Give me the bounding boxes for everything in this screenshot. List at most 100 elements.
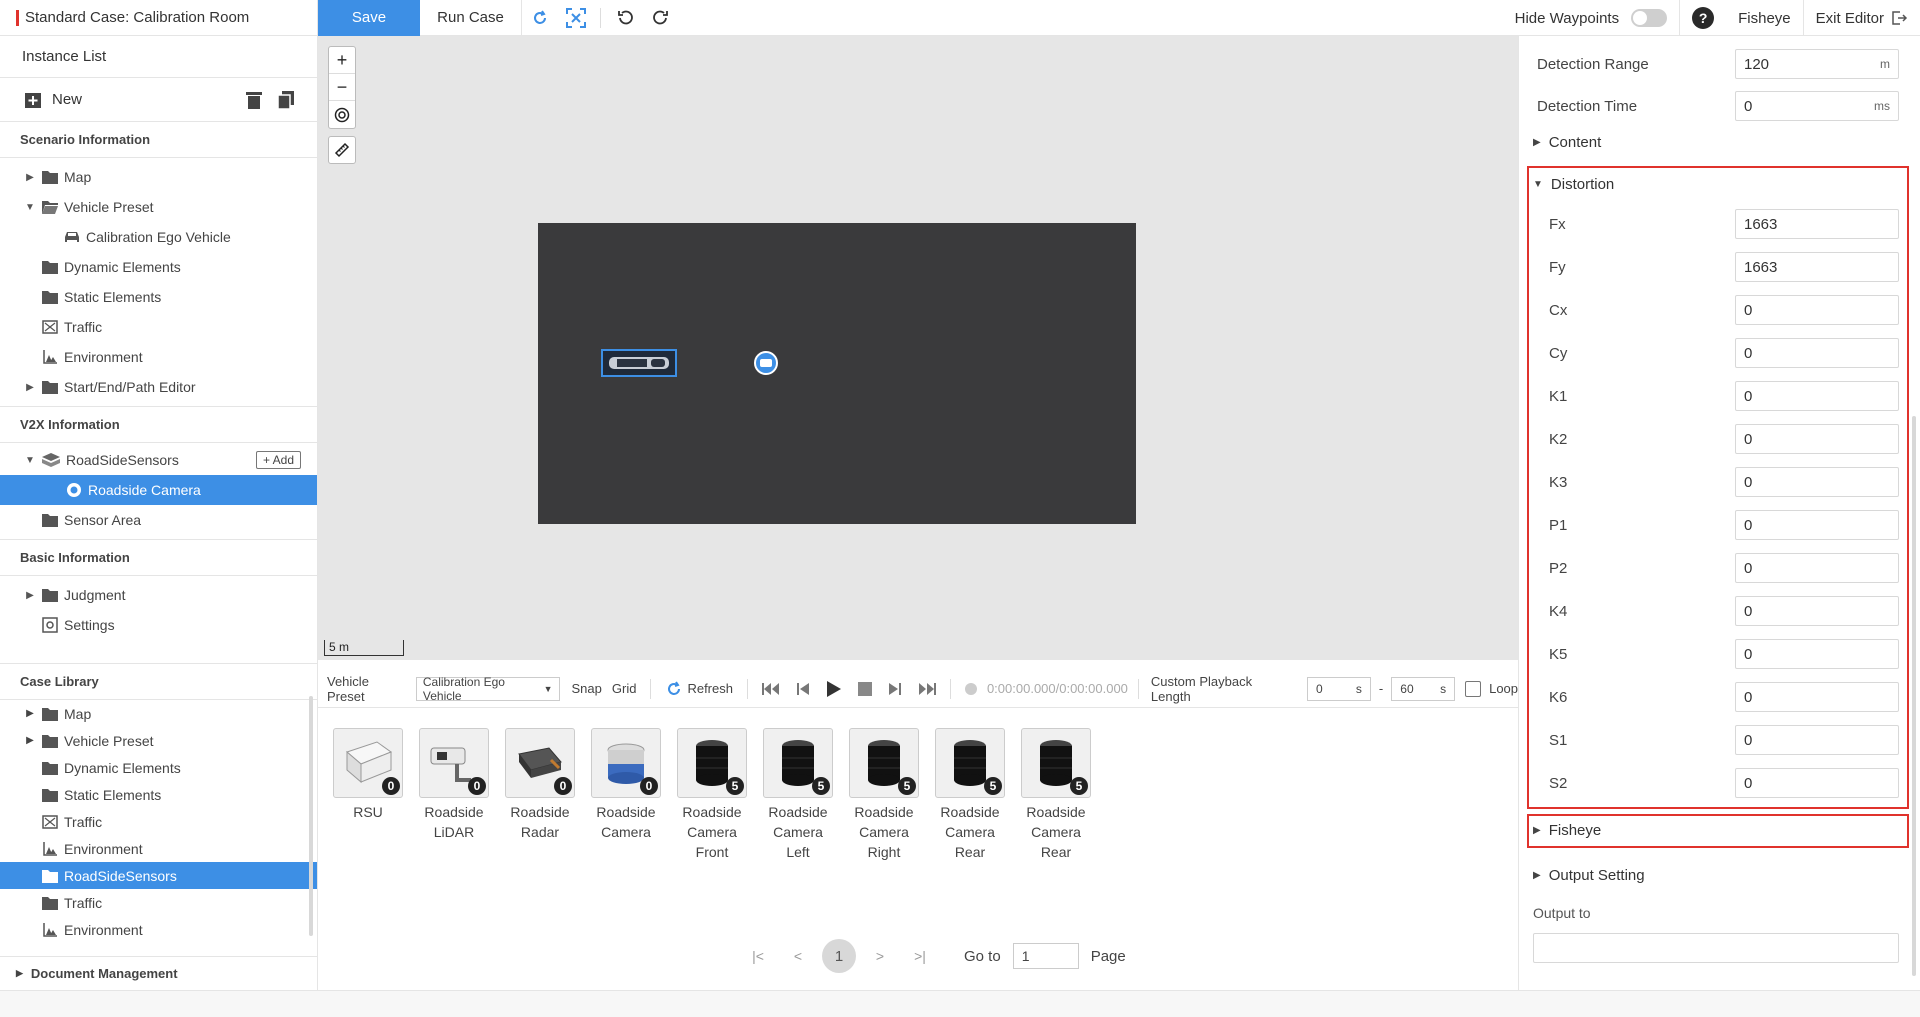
param-input[interactable]: 0 (1735, 295, 1899, 325)
tree-item-judgment[interactable]: ▶ Judgment (0, 580, 317, 610)
sensor-card-roadside-camera-rear-2[interactable]: 5 Roadside Camera Rear (1021, 728, 1091, 862)
library-item-static-elements[interactable]: Static Elements (0, 781, 317, 808)
skip-end-icon[interactable] (918, 682, 936, 696)
new-button[interactable]: New (52, 91, 82, 108)
sidebar-scrollbar[interactable] (309, 696, 313, 936)
tree-item-roadsidesensors[interactable]: ▼ RoadSideSensors + Add (0, 445, 317, 475)
hide-waypoints-control[interactable]: Hide Waypoints (1503, 0, 1680, 36)
undo-icon[interactable] (607, 0, 643, 36)
run-case-button[interactable]: Run Case (420, 0, 522, 36)
playback-end-input[interactable]: 60 s (1391, 676, 1456, 701)
playback-start-input[interactable]: 0 s (1307, 676, 1371, 701)
record-dot-icon[interactable] (964, 682, 977, 695)
expand-arrow-icon[interactable]: ▶ (22, 735, 38, 746)
sensor-card-rsu[interactable]: 0 RSU (333, 728, 403, 822)
tree-item-dynamic-elements[interactable]: Dynamic Elements (0, 252, 317, 282)
current-page[interactable]: 1 (822, 939, 856, 973)
last-page-icon[interactable]: >| (900, 948, 940, 964)
next-page-icon[interactable]: > (860, 948, 900, 964)
tree-item-static-elements[interactable]: Static Elements (0, 282, 317, 312)
sensor-card-roadside-camera-left[interactable]: 5 Roadside Camera Left (763, 728, 833, 862)
sensor-card-roadside-camera-right[interactable]: 5 Roadside Camera Right (849, 728, 919, 862)
detection-time-input[interactable]: 0 ms (1735, 91, 1899, 121)
param-input[interactable]: 0 (1735, 510, 1899, 540)
output-setting-section-header[interactable]: ▶ Output Setting (1533, 867, 1645, 884)
ego-vehicle-marker[interactable] (601, 349, 677, 377)
reset-icon[interactable] (522, 0, 558, 36)
help-button[interactable]: ? (1679, 0, 1726, 36)
tree-item-start-end-path-editor[interactable]: ▶ Start/End/Path Editor (0, 372, 317, 402)
library-item-vehicle-preset[interactable]: ▶ Vehicle Preset (0, 727, 317, 754)
step-back-icon[interactable] (796, 682, 810, 696)
tree-item-vehicle-preset[interactable]: ▼ Vehicle Preset (0, 192, 317, 222)
param-input[interactable]: 1663 (1735, 209, 1899, 239)
loop-checkbox[interactable] (1465, 680, 1482, 697)
library-item-map[interactable]: ▶ Map (0, 700, 317, 727)
sensor-card-roadside-camera[interactable]: 0 Roadside Camera (591, 728, 661, 842)
detection-range-input[interactable]: 120 m (1735, 49, 1899, 79)
play-icon[interactable] (826, 680, 842, 698)
library-item-environment[interactable]: Environment (0, 835, 317, 862)
refresh-button[interactable]: Refresh (665, 680, 733, 698)
panel-scrollbar[interactable] (1912, 416, 1916, 976)
sensor-card-roadside-radar[interactable]: 0 Roadside Radar (505, 728, 575, 842)
exit-editor-button[interactable]: Exit Editor (1802, 0, 1920, 36)
param-input[interactable]: 0 (1735, 424, 1899, 454)
expand-arrow-icon[interactable]: ▶ (22, 172, 38, 183)
hide-waypoints-toggle[interactable] (1631, 9, 1668, 27)
center-target-icon[interactable] (329, 101, 355, 128)
prev-page-icon[interactable]: < (778, 948, 818, 964)
add-sensor-button[interactable]: + Add (255, 451, 301, 469)
tree-item-roadside-camera[interactable]: Roadside Camera (0, 475, 317, 505)
param-input[interactable]: 0 (1735, 725, 1899, 755)
roadside-camera-marker[interactable] (754, 351, 778, 375)
param-input[interactable]: 0 (1735, 596, 1899, 626)
param-input[interactable]: 0 (1735, 553, 1899, 583)
library-item-environment-2[interactable]: Environment (0, 916, 317, 943)
tree-item-environment[interactable]: Environment (0, 342, 317, 372)
sensor-card-roadside-lidar[interactable]: 0 Roadside LiDAR (419, 728, 489, 842)
step-forward-icon[interactable] (888, 682, 902, 696)
fisheye-section-header[interactable]: ▶ Fisheye (1533, 822, 1601, 839)
library-item-traffic-2[interactable]: Traffic (0, 889, 317, 916)
tree-item-calibration-ego-vehicle[interactable]: Calibration Ego Vehicle (0, 222, 317, 252)
param-input[interactable]: 0 (1735, 682, 1899, 712)
library-item-traffic[interactable]: Traffic (0, 808, 317, 835)
snap-toggle[interactable]: Snap (572, 681, 602, 696)
sensor-card-roadside-camera-front[interactable]: 5 Roadside Camera Front (677, 728, 747, 862)
copy-icon[interactable] (277, 90, 295, 110)
collapse-arrow-icon[interactable]: ▼ (22, 202, 38, 213)
fisheye-view-button[interactable]: Fisheye (1726, 0, 1803, 36)
param-input[interactable]: 0 (1735, 381, 1899, 411)
zoom-out-button[interactable]: − (329, 74, 355, 101)
first-page-icon[interactable]: |< (738, 948, 778, 964)
expand-arrow-icon[interactable]: ▶ (22, 590, 38, 601)
ruler-icon[interactable] (328, 136, 356, 164)
focus-target-icon[interactable] (558, 0, 594, 36)
zoom-in-button[interactable]: + (329, 47, 355, 74)
library-item-roadsidesensors[interactable]: RoadSideSensors (0, 862, 317, 889)
distortion-section-header[interactable]: ▼ Distortion (1533, 176, 1614, 193)
sensor-card-roadside-camera-rear[interactable]: 5 Roadside Camera Rear (935, 728, 1005, 862)
expand-arrow-icon[interactable]: ▶ (22, 708, 38, 719)
tree-item-settings[interactable]: Settings (0, 610, 317, 640)
tree-item-sensor-area[interactable]: Sensor Area (0, 505, 317, 535)
vehicle-preset-select[interactable]: Calibration Ego Vehicle ▼ (415, 675, 560, 703)
grid-toggle[interactable]: Grid (612, 681, 637, 696)
save-button[interactable]: Save (318, 0, 420, 36)
document-management[interactable]: ▶ Document Management (0, 956, 317, 990)
map-canvas[interactable]: + − 5 m (318, 36, 1518, 660)
goto-page-input[interactable]: 1 (1012, 943, 1079, 969)
param-input[interactable]: 0 (1735, 338, 1899, 368)
redo-icon[interactable] (643, 0, 679, 36)
collapse-arrow-icon[interactable]: ▼ (22, 455, 38, 466)
skip-start-icon[interactable] (761, 682, 780, 696)
param-input[interactable]: 0 (1735, 639, 1899, 669)
trash-icon[interactable] (245, 90, 263, 110)
tree-item-traffic[interactable]: Traffic (0, 312, 317, 342)
output-to-input[interactable] (1533, 933, 1899, 963)
tree-item-map[interactable]: ▶ Map (0, 162, 317, 192)
stop-icon[interactable] (857, 681, 872, 696)
new-icon[interactable] (24, 90, 44, 110)
param-input[interactable]: 0 (1735, 768, 1899, 798)
